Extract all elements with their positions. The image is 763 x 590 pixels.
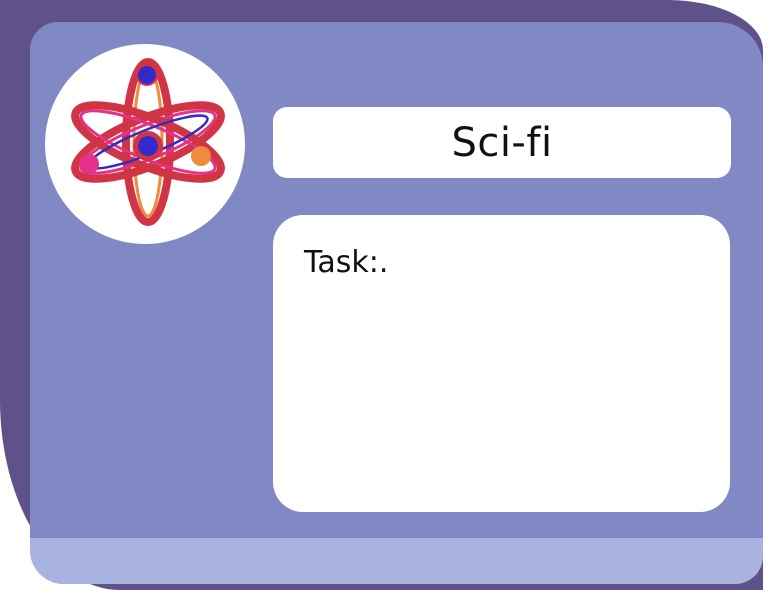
- card-title: Sci-fi: [451, 119, 553, 166]
- electron-right: [191, 146, 211, 166]
- electron-left: [79, 154, 99, 174]
- electron-top: [138, 66, 156, 84]
- nucleus-core: [138, 136, 158, 156]
- atom-icon: [71, 58, 225, 226]
- task-label: Task:.: [304, 245, 389, 280]
- emblem-badge: [45, 44, 245, 244]
- card-stage: Sci-fi Task:.: [0, 0, 763, 590]
- card-footer-strip: [30, 538, 763, 584]
- task-panel: Task:.: [273, 215, 730, 512]
- title-panel: Sci-fi: [273, 107, 731, 178]
